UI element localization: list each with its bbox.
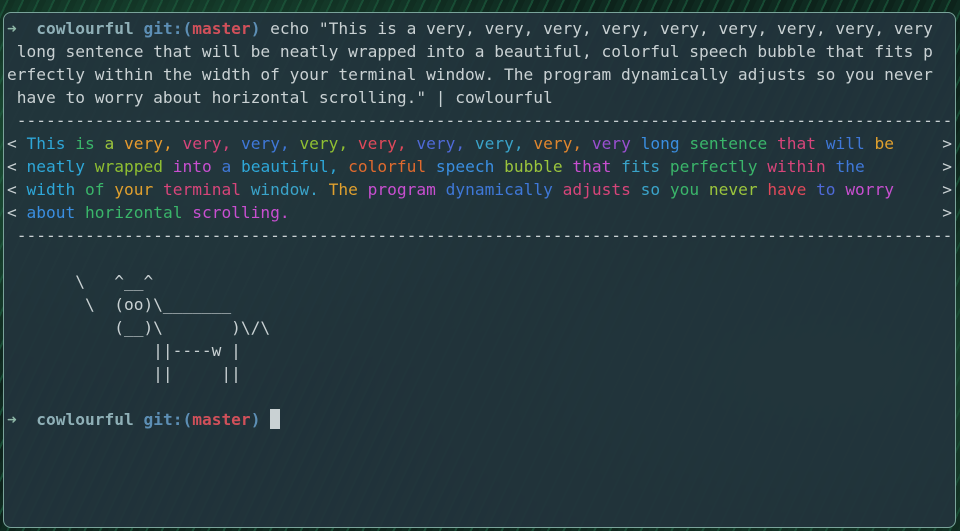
bubble-word: have [767,180,807,199]
cow-ascii-line: \ ^__^ [7,272,154,291]
bubble-word: the [835,157,865,176]
terminal-cursor[interactable] [270,409,281,429]
command-text-line: long sentence that will be neatly wrappe… [7,42,933,61]
bubble-word: very, [474,134,524,153]
bubble-word: This [26,134,66,153]
bubble-line: < This is a very, very, very, very, very… [7,132,952,155]
bubble-close-bracket: > [942,157,952,176]
bubble-word: colorful [348,157,427,176]
prompt-git-close: ) [250,410,261,429]
cow-ascii-line: (__)\ )\/\ [7,318,271,337]
bubble-word: will [825,134,865,153]
bubble-line-content: < neatly wrapped into a beautiful, color… [7,155,865,178]
bubble-line-content: < This is a very, very, very, very, very… [7,132,894,155]
bubble-word: fits [621,157,661,176]
prompt-directory: cowlourful [36,410,134,429]
terminal-output[interactable]: ➜ cowlourful git:(master) echo "This is … [4,17,955,527]
bubble-line-content: < width of your terminal window. The pro… [7,178,894,201]
bubble-close-bracket: > [942,134,952,153]
cow-ascii-line: ||----w | [7,341,241,360]
bubble-open-bracket: < [7,157,17,176]
prompt-line: ➜ cowlourful git:(master) [7,408,952,431]
cow-ascii-line [7,385,952,408]
bubble-word: within [767,157,826,176]
bubble-word: be [874,134,895,153]
bubble-word: of [84,180,105,199]
bubble-word: to [816,180,836,199]
bubble-word: window. [250,180,319,199]
bubble-word: very, [357,134,407,153]
bubble-word: about [26,203,76,222]
cow-ascii-line: \ (oo)\_______ [7,295,232,314]
bubble-word: very, [240,134,290,153]
prompt-branch: master [192,410,251,429]
bubble-open-bracket: < [7,134,17,153]
bubble-line: < width of your terminal window. The pro… [7,178,952,201]
prompt-git-label: git:( [143,19,193,38]
command-text: echo "This is a very, very, very, very, … [260,19,933,38]
bubble-word: a [104,134,115,153]
bubble-word: you [669,180,700,199]
bubble-line-content: < about horizontal scrolling. [7,201,290,224]
bubble-word: worry [845,180,895,199]
bubble-word: into [172,157,212,176]
bubble-word: bubble [504,157,563,176]
bubble-word: very, [182,134,232,153]
bubble-word: very, [533,134,583,153]
bubble-word: speech [435,157,495,176]
bubble-word: so [640,180,661,199]
bubble-word: never [708,180,758,199]
bubble-word: terminal [162,180,241,199]
bubble-word: scrolling. [192,203,290,222]
cow-ascii-line [7,247,952,270]
bubble-word: perfectly [669,157,758,176]
prompt-branch: master [192,19,251,38]
prompt-git-close: ) [250,19,261,38]
terminal-window[interactable]: ➜ cowlourful git:(master) echo "This is … [3,12,956,528]
bubble-word: very, [299,134,349,153]
bubble-word: program [367,180,436,199]
bubble-word: very, [416,134,466,153]
bubble-word: your [114,180,154,199]
bubble-word: wrapped [94,157,163,176]
bubble-word: very [591,134,631,153]
bubble-word: a [221,157,232,176]
bubble-word: sentence [689,134,768,153]
bubble-border-bottom: ----------------------------------------… [7,226,952,245]
bubble-word: horizontal [84,203,183,222]
bubble-word: dynamically [445,180,553,199]
bubble-open-bracket: < [7,180,17,199]
bubble-border-top: ----------------------------------------… [7,111,952,130]
bubble-line: < neatly wrapped into a beautiful, color… [7,155,952,178]
bubble-word: is [75,134,95,153]
bubble-word: width [26,180,76,199]
bubble-open-bracket: < [7,203,17,222]
bubble-word: adjusts [562,180,631,199]
prompt-git-label: git:( [143,410,193,429]
bubble-word: The [328,180,358,199]
command-text-line: erfectly within the width of your termin… [7,65,933,84]
cow-ascii-line: || || [7,364,241,383]
bubble-close-bracket: > [942,180,952,199]
bubble-word: that [572,157,612,176]
bubble-word: long [640,134,680,153]
prompt-arrow-icon: ➜ [7,410,17,429]
bubble-word: beautiful, [240,157,339,176]
prompt-directory: cowlourful [36,19,134,38]
resize-handle[interactable] [949,521,955,527]
bubble-word: that [777,134,817,153]
bubble-word: very, [123,134,173,153]
prompt-line: ➜ cowlourful git:(master) echo "This is … [7,17,952,40]
bubble-close-bracket: > [942,203,952,222]
bubble-line: < about horizontal scrolling. > [7,201,952,224]
prompt-arrow-icon: ➜ [7,19,17,38]
command-text-line: have to worry about horizontal scrolling… [7,88,553,107]
bubble-word: neatly [26,157,85,176]
